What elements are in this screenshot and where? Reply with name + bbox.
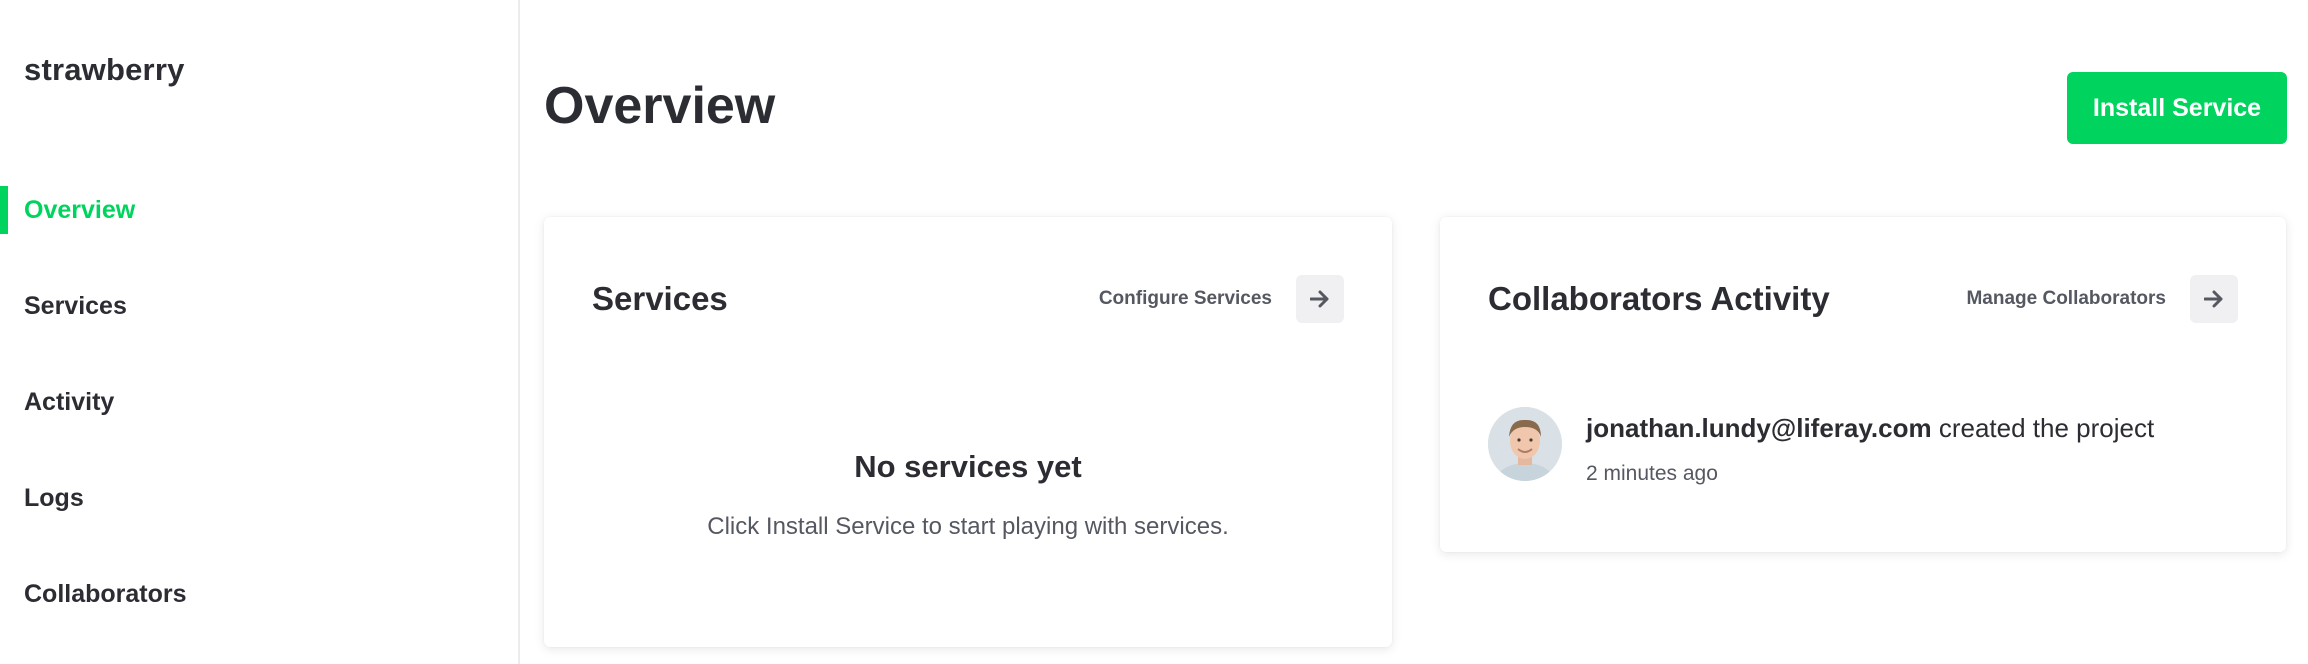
project-name: strawberry	[24, 52, 185, 87]
sidebar-item-services[interactable]: Services	[0, 258, 518, 354]
arrow-right-icon	[1310, 290, 1329, 308]
services-card-title: Services	[592, 280, 728, 317]
collaborators-activity-card: Collaborators Activity Manage Collaborat…	[1440, 217, 2286, 552]
manage-collaborators-arrow-button[interactable]	[2190, 275, 2238, 323]
empty-state-description: Click Install Service to start playing w…	[707, 513, 1229, 540]
services-card: Services Configure Services No services …	[544, 217, 1392, 647]
configure-services-label[interactable]: Configure Services	[1099, 288, 1272, 310]
activity-text: jonathan.lundy@liferay.com created the p…	[1586, 407, 2154, 486]
collaborators-card-title: Collaborators Activity	[1488, 280, 1830, 317]
manage-collaborators-link[interactable]: Manage Collaborators	[1966, 275, 2238, 323]
collaborators-card-header: Collaborators Activity Manage Collaborat…	[1488, 275, 2238, 323]
page-title: Overview	[544, 77, 776, 135]
arrow-right-icon	[2204, 290, 2223, 308]
configure-services-link[interactable]: Configure Services	[1099, 275, 1344, 323]
activity-timestamp: 2 minutes ago	[1586, 462, 1718, 485]
activity-item: jonathan.lundy@liferay.com created the p…	[1488, 407, 2154, 486]
empty-state-title: No services yet	[854, 449, 1082, 484]
sidebar-nav: Overview Services Activity Logs Collabor…	[0, 162, 518, 642]
sidebar-item-logs[interactable]: Logs	[0, 450, 518, 546]
sidebar-item-collaborators[interactable]: Collaborators	[0, 546, 518, 642]
activity-line: jonathan.lundy@liferay.com created the p…	[1586, 413, 2154, 444]
avatar-image	[1488, 407, 1562, 481]
install-service-button[interactable]: Install Service	[2067, 72, 2287, 144]
services-card-header: Services Configure Services	[592, 275, 1344, 323]
configure-services-arrow-button[interactable]	[1296, 275, 1344, 323]
activity-user[interactable]: jonathan.lundy@liferay.com	[1586, 413, 1932, 443]
sidebar: strawberry Overview Services Activity Lo…	[0, 0, 520, 664]
sidebar-item-activity[interactable]: Activity	[0, 354, 518, 450]
services-empty-state: No services yet Click Install Service to…	[544, 449, 1392, 541]
avatar	[1488, 407, 1562, 481]
main-content: Overview Install Service Services Config…	[522, 0, 2308, 664]
activity-action: created the project	[1938, 413, 2155, 443]
app-root: strawberry Overview Services Activity Lo…	[0, 0, 2308, 664]
manage-collaborators-label[interactable]: Manage Collaborators	[1966, 288, 2166, 310]
sidebar-item-overview[interactable]: Overview	[0, 162, 518, 258]
